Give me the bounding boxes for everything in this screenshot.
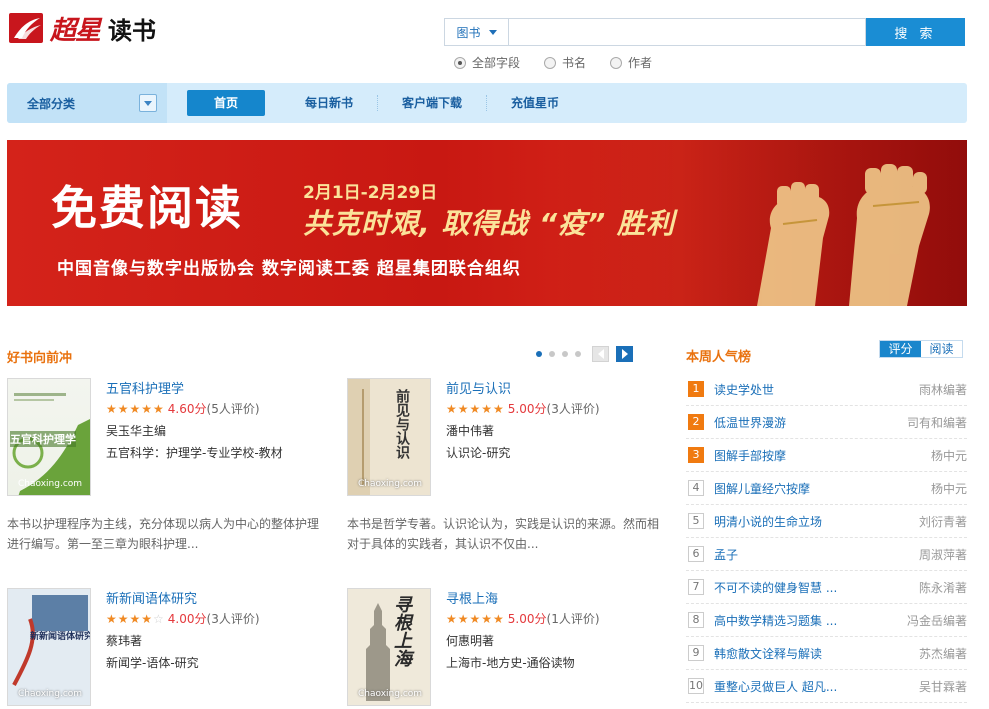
list-item[interactable]: 10 重整心灵做巨人 超凡... 吴甘霖著 [686, 670, 967, 703]
rank-book-link[interactable]: 低温世界漫游 [714, 414, 907, 431]
list-item[interactable]: 3 图解手部按摩 杨中元 [686, 439, 967, 472]
star-rating-icon: ★★★★★ [106, 401, 165, 416]
rank-book-link[interactable]: 韩愈散文诠释与解读 [714, 645, 919, 662]
rank-book-link[interactable]: 重整心灵做巨人 超凡... [714, 678, 919, 695]
book-description: 本书以护理程序为主线，充分体现以病人为中心的整体护理进行编写。第一至三章为眼科护… [7, 517, 320, 551]
banner-date: 2月1日-2月29日 [303, 183, 438, 203]
book-card: 五官科护理学 Chaoxing.com 五官科护理学 ★★★★★ 4.60分 (… [7, 378, 327, 551]
book-author: 吴玉华主编 [106, 424, 167, 438]
list-item[interactable]: 9 韩愈散文诠释与解读 苏杰编著 [686, 637, 967, 670]
main-nav: 全部分类 首页 每日新书 客户端下载 充值星币 [7, 83, 967, 123]
list-item[interactable]: 4 图解儿童经穴按摩 杨中元 [686, 472, 967, 505]
rank-book-link[interactable]: 读史学处世 [714, 381, 919, 398]
list-item[interactable]: 7 不可不读的健身智慧 ... 陈永淆著 [686, 571, 967, 604]
scope-author[interactable]: 作者 [610, 54, 652, 71]
nav-item-client-download[interactable]: 客户端下载 [377, 95, 486, 111]
ranking-title: 本周人气榜 [686, 350, 752, 365]
book-subject: 认识论-研究 [446, 446, 511, 460]
carousel-dot[interactable] [575, 351, 581, 357]
list-item[interactable]: 2 低温世界漫游 司有和编著 [686, 406, 967, 439]
tab-reads[interactable]: 阅读 [921, 341, 962, 357]
book-description: 本书是哲学专著。认识论认为，实践是认识的来源。然而相对于具体的实践者，其认识不仅… [347, 517, 660, 551]
logo-text: 超星 [50, 15, 101, 46]
book-subject: 新闻学-语体-研究 [106, 656, 199, 670]
chaoxing-logo-icon [9, 13, 43, 43]
star-rating-icon: ★★★★★ [446, 611, 505, 626]
banner-slogan: 共克时艰, 取得战 “疫” 胜利 [303, 207, 675, 240]
book-rating: ★★★★★ 4.60分 (5人评价) [106, 401, 260, 417]
ranking-tabs: 评分 阅读 [879, 340, 963, 358]
rank-book-link[interactable]: 不可不读的健身智慧 ... [714, 579, 919, 596]
all-categories-label: 全部分类 [27, 96, 76, 111]
featured-section-title: 好书向前冲 [7, 351, 73, 366]
book-title-link[interactable]: 新新闻语体研究 [106, 588, 197, 607]
radio-icon[interactable] [544, 56, 557, 69]
carousel-dot[interactable] [536, 351, 542, 357]
list-item[interactable]: 8 高中数学精选习题集 ... 冯金岳编著 [686, 604, 967, 637]
list-item[interactable]: 5 明清小说的生命立场 刘衍青著 [686, 505, 967, 538]
search-scope-options: 全部字段 书名 作者 [454, 54, 652, 71]
book-title-link[interactable]: 五官科护理学 [106, 378, 184, 397]
book-author: 蔡玮著 [106, 634, 143, 648]
carousel-dot[interactable] [562, 351, 568, 357]
search-type-label: 图书 [456, 25, 481, 40]
logo-subtitle: 读书 [108, 16, 157, 45]
list-item[interactable]: 1 读史学处世 雨林编著 [686, 373, 967, 406]
book-author: 潘中伟著 [446, 424, 495, 438]
banner-headline: 免费阅读 [51, 181, 243, 235]
book-cover[interactable]: 五官科护理学 Chaoxing.com [7, 378, 91, 496]
rank-book-link[interactable]: 图解手部按摩 [714, 447, 931, 464]
book-cover[interactable]: 寻根上海 Chaoxing.com [347, 588, 431, 706]
book-author: 何惠明著 [446, 634, 495, 648]
book-title-link[interactable]: 寻根上海 [446, 588, 498, 607]
book-rating: ★★★★★ 5.00分 (1人评价) [446, 611, 600, 627]
next-arrow-icon[interactable] [616, 346, 633, 362]
search-input[interactable] [508, 18, 866, 46]
tab-score[interactable]: 评分 [880, 341, 921, 357]
rank-book-link[interactable]: 高中数学精选习题集 ... [714, 612, 907, 629]
book-card: 前见与认识 Chaoxing.com 前见与认识 ★★★★★ 5.00分 (3人… [347, 378, 667, 551]
book-subject: 上海市-地方史-通俗读物 [446, 656, 575, 670]
rank-book-link[interactable]: 图解儿童经穴按摩 [714, 480, 931, 497]
rank-book-link[interactable]: 孟子 [714, 546, 919, 563]
list-item[interactable]: 6 孟子 周淑萍著 [686, 538, 967, 571]
all-categories-dropdown[interactable]: 全部分类 [7, 83, 167, 123]
book-rating: ★★★★☆ 4.00分 (3人评价) [106, 611, 260, 627]
book-cover[interactable]: 前见与认识 Chaoxing.com [347, 378, 431, 496]
book-cover[interactable]: 新新闻语体研究 Chaoxing.com [7, 588, 91, 706]
search-button[interactable]: 搜 索 [866, 18, 965, 46]
promo-banner[interactable]: 免费阅读 2月1日-2月29日 共克时艰, 取得战 “疫” 胜利 中国音像与数字… [7, 140, 967, 306]
chevron-down-icon[interactable] [139, 94, 157, 112]
ranking-list: 1 读史学处世 雨林编著 2 低温世界漫游 司有和编著 3 图解手部按摩 杨中元… [686, 373, 967, 703]
nav-item-home[interactable]: 首页 [187, 90, 265, 116]
chevron-down-icon [488, 29, 497, 35]
rank-book-link[interactable]: 明清小说的生命立场 [714, 513, 919, 530]
raised-fists-icon [757, 164, 930, 306]
scope-title[interactable]: 书名 [544, 54, 586, 71]
carousel-dot[interactable] [549, 351, 555, 357]
book-card: 新新闻语体研究 Chaoxing.com 新新闻语体研究 ★★★★☆ 4.00分… [7, 588, 327, 706]
radio-icon[interactable] [610, 56, 623, 69]
search-type-select[interactable]: 图书 [444, 18, 508, 46]
prev-arrow-icon[interactable] [592, 346, 609, 362]
scope-all-fields[interactable]: 全部字段 [454, 54, 520, 71]
carousel-pager [536, 346, 633, 362]
book-card: 寻根上海 Chaoxing.com 寻根上海 ★★★★★ 5.00分 (1人评价… [347, 588, 667, 706]
nav-item-daily-new[interactable]: 每日新书 [281, 95, 377, 111]
book-subject: 五官科学：护理学-专业学校-教材 [106, 446, 283, 460]
star-rating-icon: ★★★★☆ [106, 611, 165, 626]
banner-organizers: 中国音像与数字出版协会 数字阅读工委 超星集团联合组织 [57, 259, 521, 279]
book-title-link[interactable]: 前见与认识 [446, 378, 511, 397]
site-logo[interactable]: 超星 读书 [8, 8, 168, 48]
book-rating: ★★★★★ 5.00分 (3人评价) [446, 401, 600, 417]
nav-item-recharge[interactable]: 充值星币 [486, 95, 583, 111]
search-bar: 图书 搜 索 [444, 18, 965, 46]
star-rating-icon: ★★★★★ [446, 401, 505, 416]
radio-icon[interactable] [454, 56, 466, 69]
